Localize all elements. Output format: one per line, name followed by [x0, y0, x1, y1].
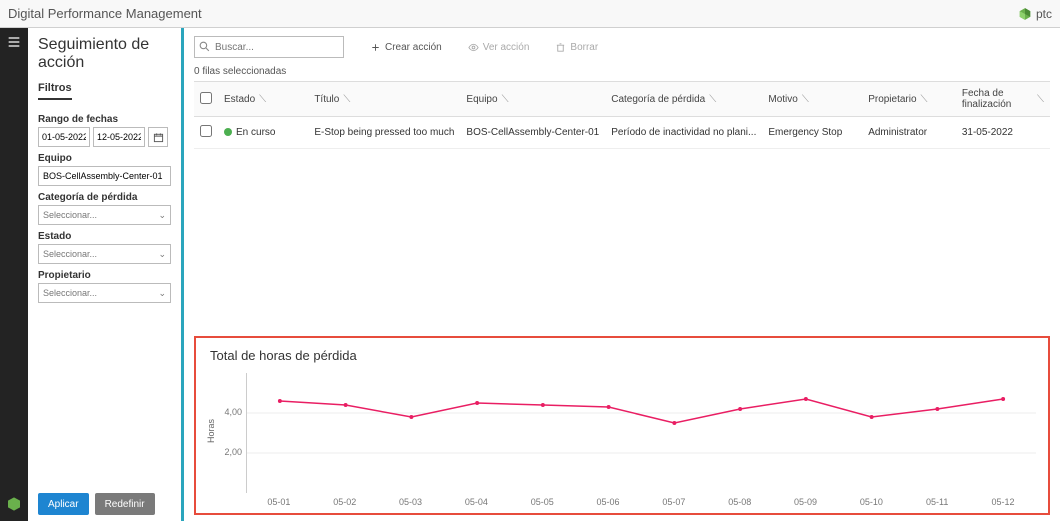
col-owner[interactable]: Propietario⟍ [862, 82, 956, 117]
chevron-down-icon: ⌄ [158, 249, 166, 260]
rail-bottom-icon[interactable] [6, 496, 22, 515]
filter-icon: ⟍ [921, 94, 928, 105]
action-table: Estado⟍ Título⟍ Equipo⟍ Categoría de pér… [194, 81, 1050, 149]
y-axis: Horas 4,00 2,00 [210, 373, 246, 493]
chart-container: Total de horas de pérdida Horas 4,00 2,0… [194, 336, 1050, 515]
selection-count: 0 filas seleccionadas [194, 66, 1050, 77]
brand-logo: ptc [1018, 7, 1052, 21]
filter-icon: ⟍ [1037, 94, 1044, 105]
create-action-button[interactable]: Crear acción [370, 42, 442, 53]
x-tick: 05-12 [970, 497, 1036, 507]
col-title[interactable]: Título⟍ [308, 82, 460, 117]
filter-icon: ⟍ [502, 94, 509, 105]
tab-filters[interactable]: Filtros [38, 78, 72, 100]
chevron-down-icon: ⌄ [158, 210, 166, 221]
label-owner: Propietario [38, 270, 171, 281]
col-state[interactable]: Estado⟍ [218, 82, 308, 117]
label-date-range: Rango de fechas [38, 114, 171, 125]
page-title: Seguimiento de acción [38, 36, 171, 72]
hamburger-icon[interactable] [6, 34, 22, 53]
main-content: Crear acción Ver acción Borrar 0 filas s… [184, 28, 1060, 521]
calendar-icon [153, 132, 164, 143]
state-select[interactable]: Seleccionar...⌄ [38, 244, 171, 264]
label-state: Estado [38, 231, 171, 242]
x-tick: 05-03 [378, 497, 444, 507]
equipment-input[interactable] [38, 166, 171, 186]
date-to-input[interactable] [93, 127, 145, 147]
cube-icon [1018, 7, 1032, 21]
label-equipment: Equipo [38, 153, 171, 164]
plus-icon [370, 42, 381, 53]
nav-rail [0, 28, 28, 521]
col-loss-cat[interactable]: Categoría de pérdida⟍ [605, 82, 762, 117]
reset-button[interactable]: Redefinir [95, 493, 155, 515]
eye-icon [468, 42, 479, 53]
filter-sidebar: Seguimiento de acción Filtros Rango de f… [28, 28, 184, 521]
brand-text: ptc [1036, 7, 1052, 21]
filter-icon: ⟍ [259, 94, 266, 105]
chart-title: Total de horas de pérdida [210, 348, 1036, 363]
apply-button[interactable]: Aplicar [38, 493, 89, 515]
loss-category-select[interactable]: Seleccionar...⌄ [38, 205, 171, 225]
col-equipment[interactable]: Equipo⟍ [460, 82, 605, 117]
x-tick: 05-01 [246, 497, 312, 507]
x-tick: 05-09 [773, 497, 839, 507]
col-due[interactable]: Fecha de finalización⟍ [956, 82, 1050, 117]
select-all-checkbox[interactable] [200, 92, 212, 104]
app-title: Digital Performance Management [8, 6, 202, 21]
row-checkbox[interactable] [200, 125, 212, 137]
x-tick: 05-04 [443, 497, 509, 507]
search-icon [198, 40, 211, 53]
view-action-button[interactable]: Ver acción [468, 42, 530, 53]
chevron-down-icon: ⌄ [158, 288, 166, 299]
x-tick: 05-07 [641, 497, 707, 507]
date-from-input[interactable] [38, 127, 90, 147]
col-reason[interactable]: Motivo⟍ [762, 82, 862, 117]
toolbar: Crear acción Ver acción Borrar [194, 36, 1050, 58]
status-dot-icon [224, 128, 232, 136]
x-tick: 05-11 [904, 497, 970, 507]
calendar-button[interactable] [148, 127, 168, 147]
label-loss-category: Categoría de pérdida [38, 192, 171, 203]
x-tick: 05-05 [509, 497, 575, 507]
table-row[interactable]: En curso E-Stop being pressed too muchBO… [194, 117, 1050, 149]
plot-area [246, 373, 1036, 493]
y-tick: 4,00 [224, 407, 242, 417]
filter-icon: ⟍ [709, 94, 716, 105]
x-axis: 05-0105-0205-0305-0405-0505-0605-0705-08… [246, 497, 1036, 507]
owner-select[interactable]: Seleccionar...⌄ [38, 283, 171, 303]
y-tick: 2,00 [224, 447, 242, 457]
y-axis-label: Horas [206, 419, 216, 443]
delete-button[interactable]: Borrar [555, 42, 598, 53]
x-tick: 05-06 [575, 497, 641, 507]
x-tick: 05-10 [838, 497, 904, 507]
app-header: Digital Performance Management ptc [0, 0, 1060, 28]
filter-icon: ⟍ [343, 94, 350, 105]
x-tick: 05-08 [707, 497, 773, 507]
filter-icon: ⟍ [802, 94, 809, 105]
trash-icon [555, 42, 566, 53]
search-input[interactable] [194, 36, 344, 58]
x-tick: 05-02 [312, 497, 378, 507]
